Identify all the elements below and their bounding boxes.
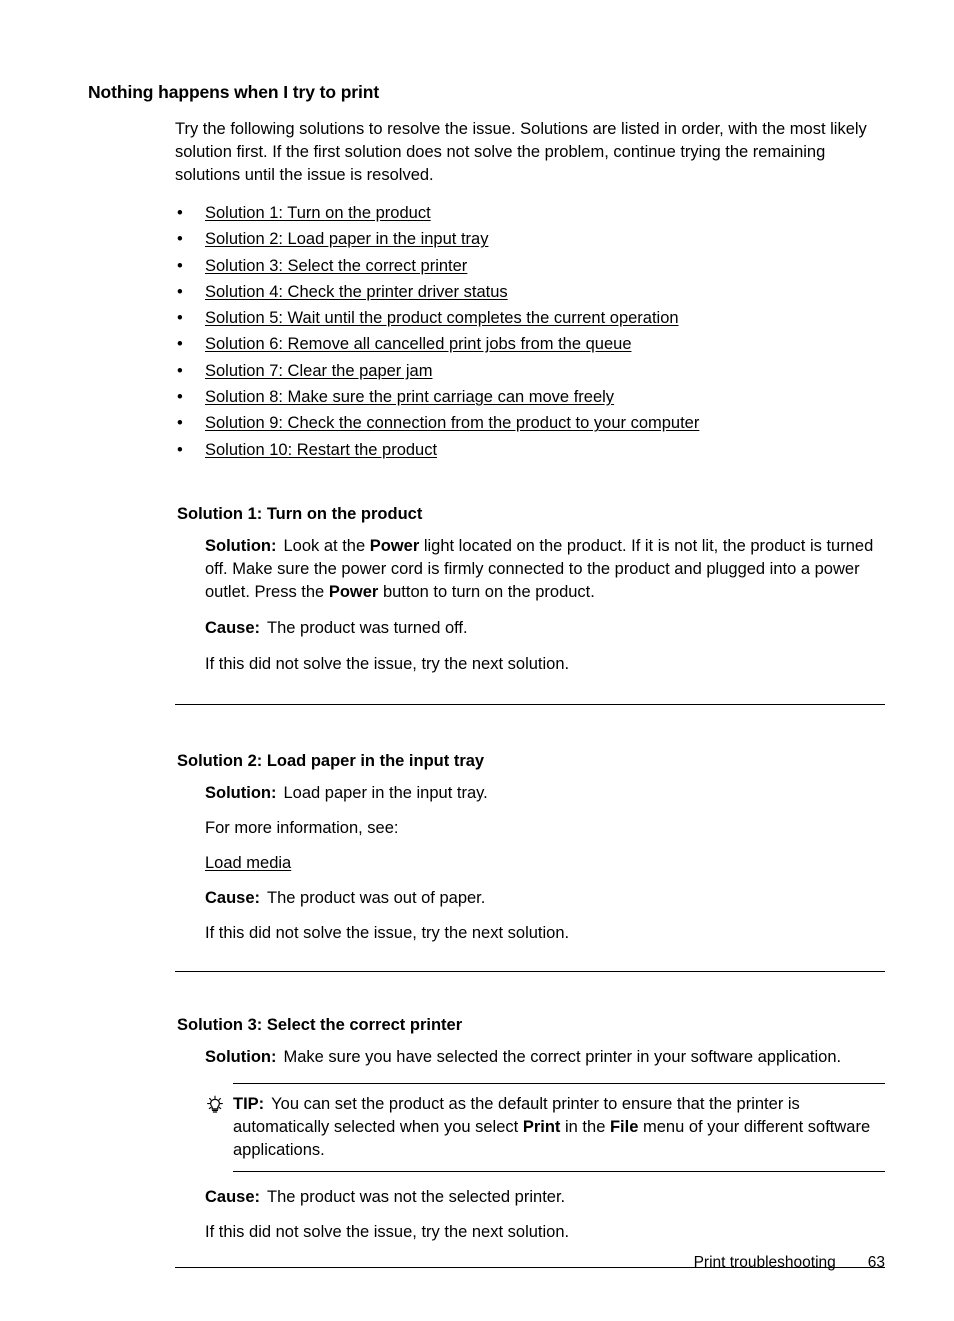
solution-link-6[interactable]: Solution 6: Remove all cancelled print j… bbox=[205, 335, 632, 353]
bullet-icon: • bbox=[177, 361, 183, 380]
lightbulb-icon bbox=[205, 1095, 225, 1115]
tip-text-part-2: in the bbox=[560, 1117, 610, 1136]
intro-paragraph: Try the following solutions to resolve t… bbox=[175, 120, 867, 184]
solution-label: Solution: bbox=[205, 536, 277, 555]
solution-link-list: • Solution 1: Turn on the product • Solu… bbox=[175, 200, 885, 463]
section-2-title: Solution 2: Load paper in the input tray bbox=[177, 751, 485, 770]
solution-text: Make sure you have selected the correct … bbox=[283, 1047, 842, 1066]
list-item: • Solution 4: Check the printer driver s… bbox=[175, 279, 885, 305]
bullet-icon: • bbox=[177, 309, 183, 328]
section-2-link-wrap: Load media bbox=[205, 852, 885, 875]
section-divider-2 bbox=[175, 970, 885, 972]
section-3-cause: Cause: The product was not the selected p… bbox=[205, 1186, 885, 1209]
tip-label: TIP: bbox=[233, 1094, 265, 1113]
body-column: Try the following solutions to resolve t… bbox=[175, 118, 885, 463]
tip-inner: TIP: You can set the product as the defau… bbox=[205, 1084, 885, 1171]
solution-label: Solution: bbox=[205, 783, 277, 802]
power-emphasis-1: Power bbox=[369, 536, 420, 555]
bullet-icon: • bbox=[177, 440, 183, 459]
tip-callout: TIP: You can set the product as the defau… bbox=[205, 1082, 885, 1172]
solution-link-8[interactable]: Solution 8: Make sure the print carriage… bbox=[205, 388, 614, 406]
solution-text: Load paper in the input tray. bbox=[283, 783, 488, 802]
solution-link-9[interactable]: Solution 9: Check the connection from th… bbox=[205, 414, 699, 432]
cause-text: The product was not the selected printer… bbox=[267, 1187, 566, 1206]
print-emphasis: Print bbox=[522, 1117, 561, 1136]
section-3-body-after-tip: Cause: The product was not the selected p… bbox=[205, 1186, 885, 1244]
section-solution-2: Solution 2: Load paper in the input tray… bbox=[175, 750, 885, 945]
section-1-title: Solution 1: Turn on the product bbox=[177, 504, 423, 523]
list-item: • Solution 10: Restart the product bbox=[175, 437, 885, 463]
list-item: • Solution 8: Make sure the print carria… bbox=[175, 384, 885, 410]
bullet-icon: • bbox=[177, 256, 183, 275]
list-item: • Solution 7: Clear the paper jam bbox=[175, 358, 885, 384]
power-emphasis-2: Power bbox=[328, 582, 379, 601]
document-page: Nothing happens when I try to print Try … bbox=[0, 0, 954, 1321]
solution-link-1[interactable]: Solution 1: Turn on the product bbox=[205, 204, 431, 222]
cause-label: Cause: bbox=[205, 888, 261, 907]
load-media-link[interactable]: Load media bbox=[205, 854, 291, 872]
section-3-title: Solution 3: Select the correct printer bbox=[177, 1015, 463, 1034]
section-3-solution: Solution: Make sure you have selected the… bbox=[205, 1046, 885, 1069]
section-1-cause: Cause: The product was turned off. bbox=[205, 617, 885, 640]
solution-link-4[interactable]: Solution 4: Check the printer driver sta… bbox=[205, 283, 508, 301]
list-item: • Solution 9: Check the connection from … bbox=[175, 410, 885, 436]
section-2-next: If this did not solve the issue, try the… bbox=[205, 923, 570, 942]
cause-label: Cause: bbox=[205, 1187, 261, 1206]
section-2-more-info: For more information, see: bbox=[205, 818, 399, 837]
section-3-body: Solution: Make sure you have selected the… bbox=[205, 1046, 885, 1069]
bullet-icon: • bbox=[177, 230, 183, 249]
solution-label: Solution: bbox=[205, 1047, 277, 1066]
solution-text-part-1: Look at the bbox=[283, 536, 370, 555]
solution-link-10[interactable]: Solution 10: Restart the product bbox=[205, 441, 437, 459]
bullet-icon: • bbox=[177, 388, 183, 407]
footer-page-number: 63 bbox=[867, 1254, 885, 1271]
bullet-icon: • bbox=[177, 335, 183, 354]
section-2-solution: Solution: Load paper in the input tray. bbox=[205, 782, 885, 805]
section-2-body: Solution: Load paper in the input tray. F… bbox=[205, 782, 885, 945]
cause-text: The product was turned off. bbox=[267, 618, 468, 637]
list-item: • Solution 5: Wait until the product com… bbox=[175, 305, 885, 331]
cause-label: Cause: bbox=[205, 618, 261, 637]
tip-text: TIP: You can set the product as the defau… bbox=[233, 1093, 885, 1162]
bullet-icon: • bbox=[177, 204, 183, 222]
cause-text: The product was out of paper. bbox=[267, 888, 486, 907]
section-1-body: Solution: Look at the Power light located… bbox=[205, 535, 885, 676]
section-solution-1: Solution 1: Turn on the product Solution… bbox=[175, 503, 885, 676]
section-1-solution: Solution: Look at the Power light located… bbox=[205, 535, 885, 604]
tip-rule-bottom bbox=[233, 1170, 885, 1172]
bullet-icon: • bbox=[177, 414, 183, 433]
bullet-icon: • bbox=[177, 282, 183, 301]
solution-link-2[interactable]: Solution 2: Load paper in the input tray bbox=[205, 230, 488, 248]
list-item: • Solution 2: Load paper in the input tr… bbox=[175, 226, 885, 252]
section-3-next: If this did not solve the issue, try the… bbox=[205, 1222, 570, 1241]
list-item: • Solution 6: Remove all cancelled print… bbox=[175, 331, 885, 357]
solution-link-7[interactable]: Solution 7: Clear the paper jam bbox=[205, 362, 432, 380]
section-divider-1 bbox=[175, 703, 885, 705]
page-footer: Print troubleshooting 63 bbox=[0, 1252, 954, 1276]
list-item: • Solution 1: Turn on the product bbox=[175, 200, 885, 226]
footer-chapter-label: Print troubleshooting bbox=[693, 1254, 836, 1271]
page-content: Nothing happens when I try to print Try … bbox=[88, 80, 885, 1268]
file-emphasis: File bbox=[609, 1117, 639, 1136]
solution-link-5[interactable]: Solution 5: Wait until the product compl… bbox=[205, 309, 679, 327]
solution-text-part-3: button to turn on the product. bbox=[378, 582, 595, 601]
section-1-next: If this did not solve the issue, try the… bbox=[205, 654, 570, 673]
footer-inner: Print troubleshooting 63 bbox=[694, 1252, 885, 1274]
solution-link-3[interactable]: Solution 3: Select the correct printer bbox=[205, 257, 467, 275]
page-title: Nothing happens when I try to print bbox=[88, 82, 380, 102]
section-2-cause: Cause: The product was out of paper. bbox=[205, 887, 885, 910]
list-item: • Solution 3: Select the correct printer bbox=[175, 253, 885, 279]
section-solution-3: Solution 3: Select the correct printer S… bbox=[175, 1014, 885, 1244]
